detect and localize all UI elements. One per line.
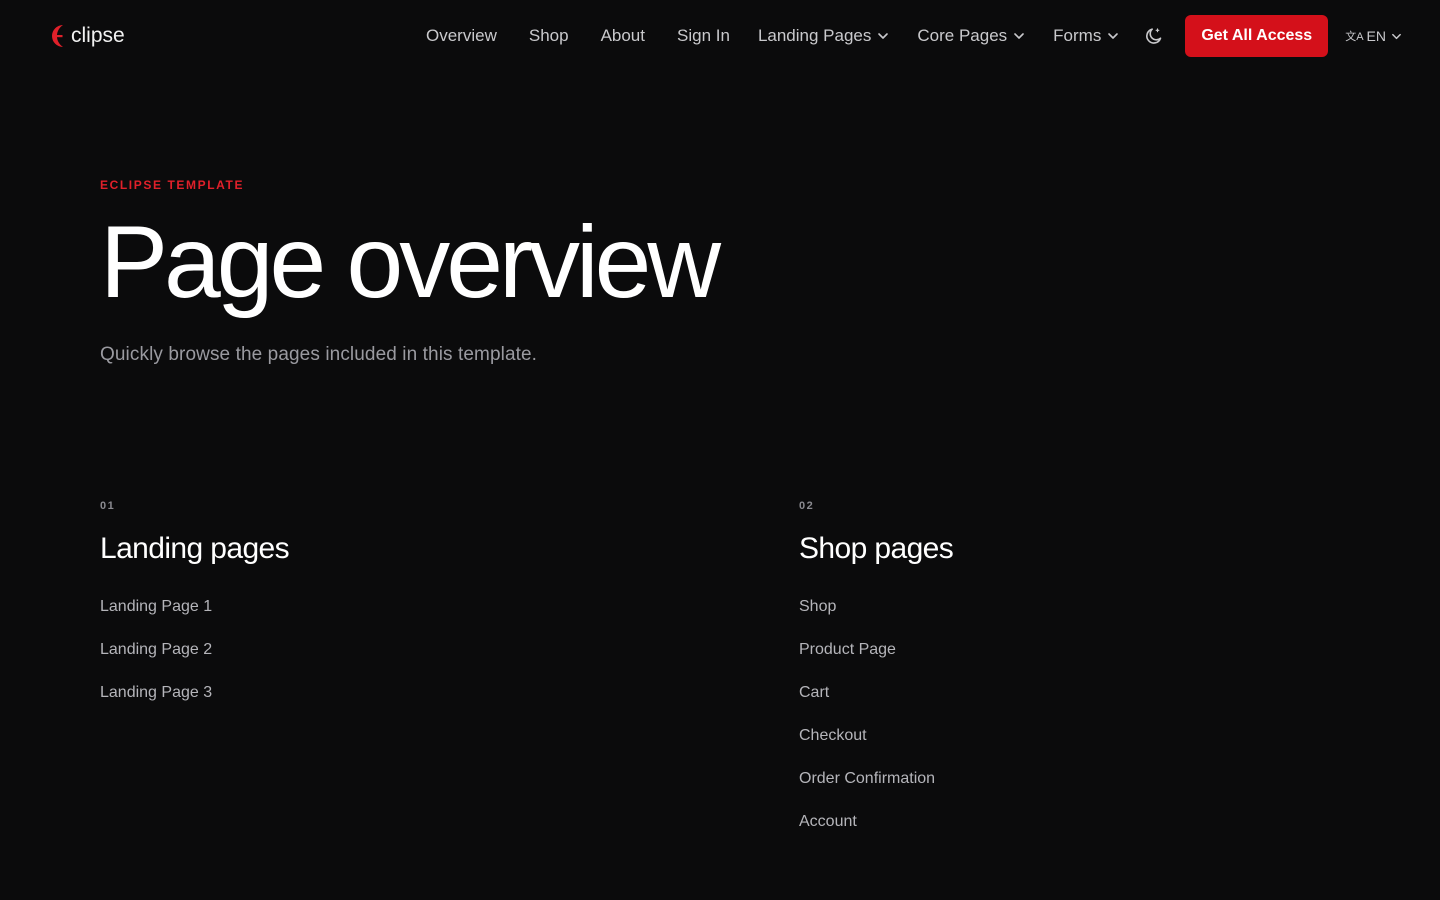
nav-dropdown-core-pages[interactable]: Core Pages	[917, 26, 1025, 46]
page-link-account[interactable]: Account	[799, 811, 857, 833]
page-link-product-page[interactable]: Product Page	[799, 639, 896, 661]
section-title: Shop pages	[799, 532, 954, 565]
section-shop-pages: 02 Shop pages Shop Product Page Cart Che…	[799, 500, 1359, 833]
list-item: Landing Page 1	[100, 596, 660, 618]
nav-link-overview[interactable]: Overview	[426, 26, 497, 46]
get-all-access-button[interactable]: Get All Access	[1185, 15, 1329, 57]
nav-link-about[interactable]: About	[601, 26, 645, 46]
hero: ECLIPSE TEMPLATE Page overview Quickly b…	[100, 178, 1100, 366]
nav-dropdown-label: Landing Pages	[757, 26, 872, 45]
chevron-down-icon	[878, 33, 889, 39]
page-link-landing-page-2[interactable]: Landing Page 2	[100, 639, 212, 661]
page-link-landing-page-1[interactable]: Landing Page 1	[100, 596, 212, 618]
crescent-e-icon	[52, 25, 63, 47]
list-item: Checkout	[799, 725, 1359, 747]
chevron-down-icon	[1108, 33, 1119, 39]
chevron-down-icon	[1392, 33, 1401, 39]
nav-dropdown-label: Forms	[1053, 26, 1102, 45]
list-item: Product Page	[799, 639, 1359, 661]
page-subtitle: Quickly browse the pages included in thi…	[100, 344, 538, 365]
list-item: Order Confirmation	[799, 768, 1359, 790]
page-link-cart[interactable]: Cart	[799, 682, 829, 704]
page-link-landing-page-3[interactable]: Landing Page 3	[100, 682, 212, 704]
chevron-down-icon	[1014, 33, 1024, 39]
translate-icon: 文A	[1345, 31, 1364, 43]
section-title: Landing pages	[100, 532, 290, 565]
theme-toggle-button[interactable]	[1143, 25, 1165, 47]
list-item: Landing Page 3	[100, 682, 660, 704]
nav-link-shop[interactable]: Shop	[529, 26, 569, 46]
nav-dropdown-landing-pages[interactable]: Landing Pages	[758, 26, 889, 46]
list-item: Shop	[799, 596, 1359, 618]
page-link-shop[interactable]: Shop	[799, 596, 836, 618]
nav-dropdown-label: Core Pages	[917, 26, 1008, 45]
eyebrow-label: ECLIPSE TEMPLATE	[100, 178, 245, 192]
main-nav: Overview Shop About Sign In Landing Page…	[426, 15, 1402, 57]
language-value: EN	[1366, 28, 1386, 44]
language-select[interactable]: 文A EN	[1345, 28, 1402, 44]
nav-dropdown-forms[interactable]: Forms	[1053, 26, 1119, 46]
page-list: Shop Product Page Cart Checkout Order Co…	[799, 596, 1359, 833]
list-item: Cart	[799, 682, 1359, 704]
page-link-checkout[interactable]: Checkout	[799, 725, 867, 747]
page-title: Page overview	[100, 205, 721, 319]
page-link-order-confirmation[interactable]: Order Confirmation	[799, 768, 935, 790]
page-list: Landing Page 1 Landing Page 2 Landing Pa…	[100, 596, 660, 704]
site-header: clipse Overview Shop About Sign In Landi…	[0, 0, 1440, 72]
list-item: Account	[799, 811, 1359, 833]
nav-link-sign-in[interactable]: Sign In	[677, 26, 730, 46]
section-number: 02	[799, 500, 815, 512]
brand-name: clipse	[71, 24, 125, 47]
moon-icon	[1146, 28, 1162, 44]
list-item: Landing Page 2	[100, 639, 660, 661]
section-number: 01	[100, 500, 116, 512]
section-landing-pages: 01 Landing pages Landing Page 1 Landing …	[100, 500, 660, 704]
brand-logo[interactable]: clipse	[48, 22, 125, 50]
